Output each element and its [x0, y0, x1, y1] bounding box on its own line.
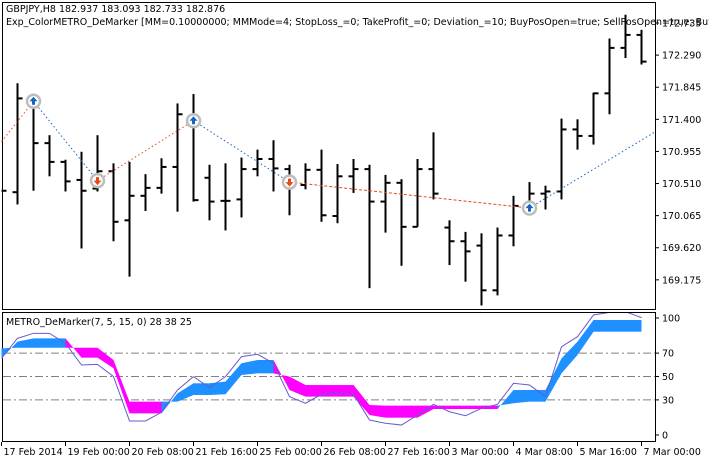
ribbon-down-segment — [402, 406, 418, 418]
time-label: 19 Feb 00:00 — [68, 447, 130, 458]
time-label: 27 Feb 16:00 — [388, 447, 450, 458]
ribbon-up-segment — [530, 390, 546, 402]
buy-marker — [187, 114, 200, 127]
ribbon-down-segment — [130, 402, 146, 414]
time-label: 7 Mar 00:00 — [644, 447, 701, 458]
time-label: 17 Feb 2014 — [4, 447, 63, 458]
ribbon-down-segment — [338, 385, 354, 397]
indicator-title: METRO_DeMarker(7, 5, 15, 0) 28 38 25 — [6, 317, 192, 328]
ribbon-up-segment — [514, 390, 530, 403]
price-label: 169.175 — [662, 275, 701, 286]
time-label: 26 Feb 08:00 — [324, 447, 386, 458]
indicator-label: 50 — [662, 372, 674, 383]
price-label: 170.955 — [662, 147, 701, 158]
indicator-label: 30 — [662, 395, 674, 406]
time-label: 4 Mar 08:00 — [516, 447, 573, 458]
ribbon-down-segment — [322, 385, 338, 397]
time-label: 21 Feb 16:00 — [196, 447, 258, 458]
ribbon-up-segment — [594, 320, 610, 332]
ribbon-down-segment — [386, 406, 402, 418]
ribbon-down-segment — [306, 385, 322, 397]
trading-chart[interactable]: GBPJPY,H8 182.937 183.093 182.733 182.87… — [0, 0, 709, 458]
price-label: 170.510 — [662, 179, 701, 190]
ribbon-down-segment — [146, 402, 162, 414]
ribbon-up-segment — [210, 382, 226, 395]
ribbon-up-segment — [50, 338, 66, 347]
ribbon-up-segment — [194, 383, 210, 395]
ribbon-up-segment — [626, 320, 642, 332]
buy-marker — [523, 202, 536, 215]
price-label: 170.065 — [662, 211, 701, 222]
ribbon-down-segment — [450, 406, 466, 409]
time-label: 5 Mar 16:00 — [580, 447, 637, 458]
expert-info: Exp_ColorMETRO_DeMarker [MM=0.10000000; … — [6, 17, 709, 28]
time-label: 25 Feb 00:00 — [260, 447, 322, 458]
sell-marker — [91, 174, 104, 187]
symbol-info: GBPJPY,H8 182.937 183.093 182.733 182.87… — [6, 4, 225, 15]
time-label: 3 Mar 00:00 — [452, 447, 509, 458]
indicator-label: 0 — [662, 431, 668, 442]
time-label: 20 Feb 08:00 — [132, 447, 194, 458]
sell-marker — [283, 176, 296, 189]
price-label: 171.845 — [662, 83, 701, 94]
ribbon-up-segment — [34, 338, 50, 347]
price-label: 172.735 — [662, 19, 701, 30]
ribbon-down-segment — [466, 406, 482, 409]
price-label: 169.620 — [662, 243, 701, 254]
ribbon-down-segment — [82, 348, 98, 358]
price-scale[interactable]: 172.735 172.290 171.845 171.400 170.955 170.5… — [655, 19, 701, 287]
buy-marker — [27, 95, 40, 108]
price-label: 172.290 — [662, 51, 701, 62]
price-label: 171.400 — [662, 115, 701, 126]
indicator-label: 70 — [662, 349, 674, 360]
indicator-label: 100 — [662, 314, 680, 325]
ribbon-up-segment — [610, 320, 626, 332]
